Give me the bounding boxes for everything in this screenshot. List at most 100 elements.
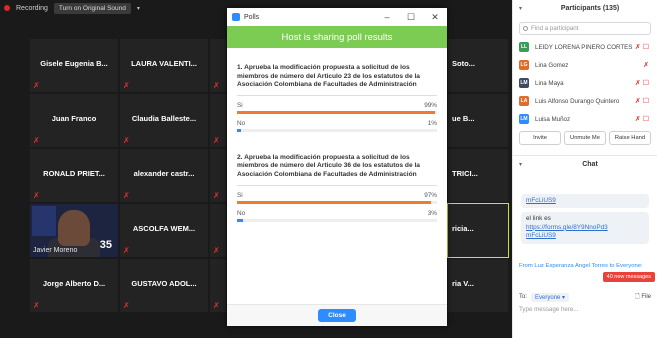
participant-video-tile[interactable]: Javier Moreno 35 (30, 204, 118, 257)
original-sound-button[interactable]: Turn on Original Sound (53, 2, 131, 14)
participant-name: Javier Moreno (33, 247, 78, 254)
participant-tile[interactable]: Soto... (448, 39, 508, 92)
participant-name: Claudia Balleste... (131, 114, 197, 123)
participant-name: Luis Alfonso Durango Quintero (535, 97, 620, 105)
participant-tile[interactable]: alexander castr... ✗ (120, 149, 208, 202)
participant-name: Lina Maya (535, 79, 564, 87)
chat-link[interactable]: https://forms.gle/8Y9NnoPd3 (526, 224, 644, 232)
active-speaker-tile[interactable]: ricia... (447, 203, 509, 258)
muted-mic-icon: ✗☐ (634, 80, 651, 87)
poll-question: 1. Aprueba la modificación propuesta a s… (237, 64, 437, 132)
question-text: 1. Aprueba la modificación propuesta a s… (237, 64, 420, 89)
chat-title: Chat (582, 161, 598, 168)
poll-window-title: Polls (244, 13, 260, 21)
option-label: Si (237, 101, 243, 109)
participant-tile[interactable]: ✗ (210, 94, 226, 147)
avatar: LM (519, 78, 529, 88)
recording-label: Recording (16, 4, 48, 12)
close-icon[interactable]: ✕ (423, 12, 447, 23)
result-bar-track (237, 128, 437, 132)
participant-name: ria V... (452, 279, 474, 288)
participant-name: Soto... (452, 59, 475, 68)
participant-tile[interactable]: Juan Franco ✗ (30, 94, 118, 147)
participant-tile[interactable]: Jorge Alberto D... ✗ (30, 259, 118, 312)
participant-tile[interactable]: ✗ (210, 39, 226, 92)
participant-name: ASCOLFA WEM... (132, 224, 196, 233)
participant-face (58, 210, 90, 246)
file-label: File (641, 294, 651, 300)
poll-footer: Close (227, 304, 447, 326)
search-icon (523, 26, 528, 31)
participant-name: LEIDY LORENA PIÑERO CORTES (535, 43, 633, 51)
participant-tile[interactable]: ria V... (448, 259, 508, 312)
chevron-down-icon[interactable]: ▾ (519, 5, 529, 12)
minimize-icon[interactable]: – (375, 12, 399, 22)
participant-name: ricia... (452, 224, 474, 233)
close-button[interactable]: Close (318, 309, 356, 322)
muted-mic-icon: ✗ (213, 81, 220, 90)
unmute-me-button[interactable]: Unmute Me (564, 131, 606, 145)
message-text: el link es (526, 215, 551, 223)
chat-link[interactable]: mFcLiUS9 (526, 232, 644, 240)
participant-tile[interactable]: RONALD PRIET... ✗ (30, 149, 118, 202)
participant-row[interactable]: LG Lina Gomez ✗ (513, 56, 657, 74)
participant-search-input[interactable]: Find a participant (519, 22, 651, 35)
result-bar-fill (237, 128, 241, 132)
participant-row[interactable]: LM Luisa Muñoz ✗☐ (513, 110, 657, 128)
new-messages-badge[interactable]: 40 new messages (602, 272, 655, 282)
option-percent: 1% (427, 119, 437, 127)
result-bar-track (237, 110, 437, 114)
avatar: LM (519, 114, 529, 124)
divider (237, 184, 437, 186)
chat-input[interactable]: Type message here... (519, 306, 579, 313)
to-label: To: (519, 294, 528, 300)
file-button[interactable]: 🗋 File (635, 292, 651, 302)
maximize-icon[interactable]: ☐ (399, 12, 423, 23)
participants-title: Participants (135) (560, 4, 620, 12)
recipient-dropdown[interactable]: Everyone ▾ (531, 292, 570, 302)
divider (237, 94, 437, 96)
participant-row[interactable]: LM Lina Maya ✗☐ (513, 74, 657, 92)
participant-tile[interactable]: ASCOLFA WEM... ✗ (120, 204, 208, 257)
muted-mic-icon: ✗☐ (634, 116, 651, 123)
participant-name: Jorge Alberto D... (42, 279, 106, 288)
chat-link[interactable]: mFcLiUS9 (526, 197, 644, 205)
participant-name: ue B... (452, 114, 475, 123)
participant-tile[interactable]: ue B... (448, 94, 508, 147)
participant-name: Luisa Muñoz (535, 115, 571, 123)
raise-hand-button[interactable]: Raise Hand (609, 131, 651, 145)
muted-mic-icon: ✗ (213, 301, 220, 310)
participant-tile[interactable]: LAURA VALENTI... ✗ (120, 39, 208, 92)
muted-mic-icon: ✗ (213, 246, 220, 255)
option-row: Si 97% (237, 192, 437, 199)
result-bar-track (237, 200, 437, 204)
participant-row[interactable]: LA Luis Alfonso Durango Quintero ✗☐ (513, 92, 657, 110)
participant-tile[interactable]: ✗ (210, 259, 226, 312)
muted-mic-icon: ✗ (213, 191, 220, 200)
poll-sharing-banner: Host is sharing poll results (227, 26, 447, 48)
chat-messages[interactable]: mFcLiUS9 el link es https://forms.gle/8Y… (513, 190, 657, 264)
participant-row[interactable]: LL LEIDY LORENA PIÑERO CORTES ✗☐ (513, 38, 657, 56)
participant-name: Juan Franco (51, 114, 97, 123)
participant-tile[interactable]: Claudia Balleste... ✗ (120, 94, 208, 147)
muted-mic-icon: ✗ (213, 136, 220, 145)
option-percent: 99% (424, 101, 437, 109)
participant-name: GUSTAVO ADOL... (131, 279, 197, 288)
option-row: No 3% (237, 210, 437, 217)
muted-mic-icon: ✗ (33, 136, 40, 145)
participant-tile[interactable]: TRICI... (448, 149, 508, 202)
option-label: No (237, 119, 246, 127)
participant-actions: Invite Unmute Me Raise Hand (513, 128, 657, 145)
participant-tile[interactable]: GUSTAVO ADOL... ✗ (120, 259, 208, 312)
participant-tile[interactable]: ✗ (210, 149, 226, 202)
participant-name: Gisele Eugenia B... (40, 59, 108, 68)
participant-tile[interactable]: ✗ (210, 204, 226, 257)
chevron-down-icon[interactable]: ▾ (137, 5, 140, 12)
participant-name: TRICI... (452, 169, 478, 178)
invite-button[interactable]: Invite (519, 131, 561, 145)
participant-name: RONALD PRIET... (43, 169, 105, 178)
chevron-down-icon[interactable]: ▾ (519, 161, 529, 168)
result-bar-fill (237, 200, 431, 204)
side-panel: ▾ Participants (135) Find a participant … (512, 0, 657, 338)
participant-tile[interactable]: Gisele Eugenia B... ✗ (30, 39, 118, 92)
